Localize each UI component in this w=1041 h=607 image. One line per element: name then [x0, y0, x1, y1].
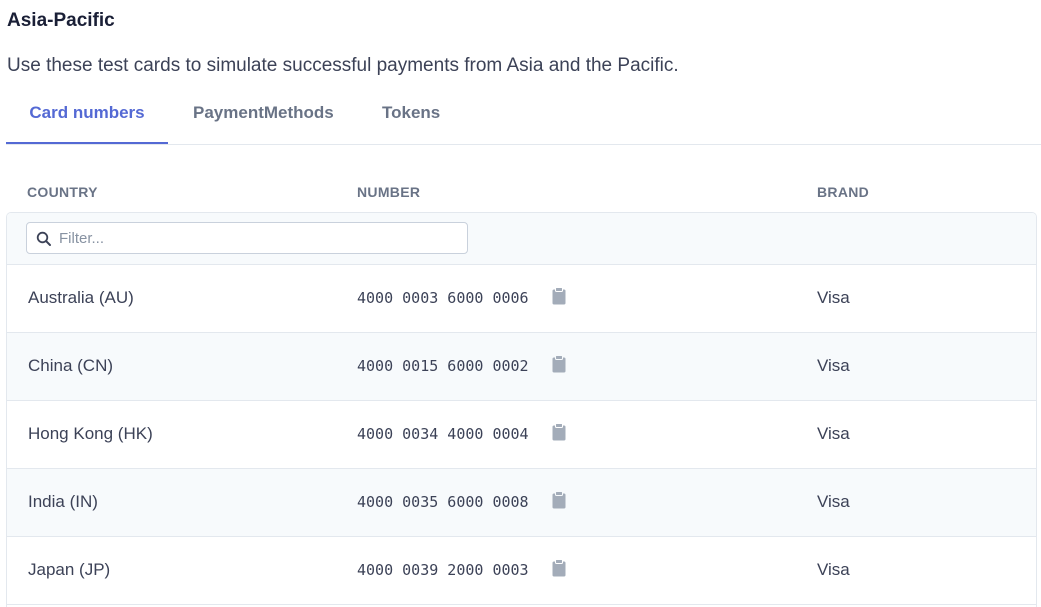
card-number-cell: 4000 0039 2000 0003: [357, 561, 529, 579]
search-icon: [36, 231, 51, 246]
column-header-brand: BRAND: [817, 184, 870, 200]
card-number-cell: 4000 0015 6000 0002: [357, 357, 529, 375]
filter-input[interactable]: [59, 223, 459, 253]
column-header-number: NUMBER: [357, 184, 421, 200]
section-description: Use these test cards to simulate success…: [7, 55, 679, 76]
card-number-cell: 4000 0003 6000 0006: [357, 289, 529, 307]
brand-cell: Visa: [817, 424, 850, 443]
country-cell: India (IN): [28, 492, 98, 511]
clipboard-icon[interactable]: [552, 423, 566, 441]
brand-cell: Visa: [817, 492, 850, 511]
filter-box[interactable]: [26, 222, 468, 254]
country-cell: Japan (JP): [28, 560, 111, 579]
brand-cell: Visa: [817, 356, 850, 375]
table-row: Hong Kong (HK) 4000 0034 4000 0004 Visa: [7, 401, 1036, 469]
brand-cell: Visa: [817, 288, 850, 307]
table-row: Japan (JP) 4000 0039 2000 0003 Visa: [7, 537, 1036, 605]
table-row: China (CN) 4000 0015 6000 0002 Visa: [7, 333, 1036, 401]
clipboard-icon[interactable]: [552, 559, 566, 577]
page: Asia-Pacific Use these test cards to sim…: [0, 0, 1041, 607]
clipboard-icon[interactable]: [552, 491, 566, 509]
table-body: Australia (AU) 4000 0003 6000 0006 Visa …: [7, 265, 1036, 605]
card-number-cell: 4000 0035 6000 0008: [357, 493, 529, 511]
country-cell: Australia (AU): [28, 288, 134, 307]
country-cell: Hong Kong (HK): [28, 424, 153, 443]
tab-payment-methods[interactable]: PaymentMethods: [193, 98, 334, 144]
section-title: Asia-Pacific: [7, 10, 115, 31]
column-header-country: COUNTRY: [27, 184, 98, 200]
clipboard-icon[interactable]: [552, 355, 566, 373]
tab-bar: Card numbers PaymentMethods Tokens: [6, 98, 1041, 145]
card-number-cell: 4000 0034 4000 0004: [357, 425, 529, 443]
brand-cell: Visa: [817, 560, 850, 579]
filter-row: [7, 213, 1036, 265]
table-row: India (IN) 4000 0035 6000 0008 Visa: [7, 469, 1036, 537]
tab-card-numbers[interactable]: Card numbers: [6, 98, 168, 144]
test-cards-table: Australia (AU) 4000 0003 6000 0006 Visa …: [6, 212, 1037, 607]
country-cell: China (CN): [28, 356, 114, 375]
tab-tokens[interactable]: Tokens: [382, 98, 442, 144]
table-row: Australia (AU) 4000 0003 6000 0006 Visa: [7, 265, 1036, 333]
clipboard-icon[interactable]: [552, 287, 566, 305]
